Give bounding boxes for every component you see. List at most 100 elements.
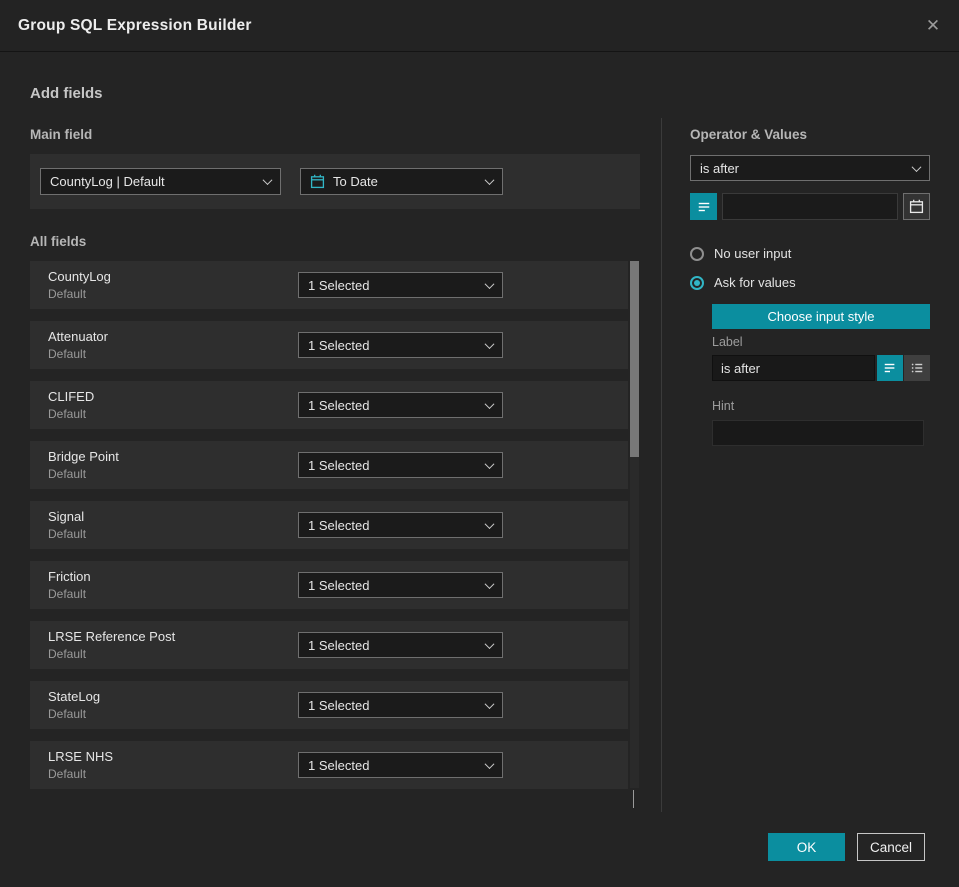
field-name: Attenuator (48, 329, 108, 344)
field-type: Default (48, 527, 87, 541)
field-row: CountyLog Default 1 Selected (30, 261, 628, 309)
field-name: CountyLog (48, 269, 111, 284)
field-selection-value: 1 Selected (308, 637, 370, 653)
main-field-select[interactable]: CountyLog | Default (40, 168, 281, 195)
field-type: Default (48, 767, 87, 781)
date-type-select-value: To Date (333, 174, 378, 189)
hint-caption: Hint (712, 399, 735, 413)
input-style-single-line-button[interactable] (877, 355, 903, 381)
chevron-down-icon (484, 758, 495, 769)
field-selection-select[interactable]: 1 Selected (298, 692, 503, 718)
field-row: CLIFED Default 1 Selected (30, 381, 628, 429)
field-selection-value: 1 Selected (308, 577, 370, 593)
radio-circle-selected-icon (690, 275, 704, 290)
date-type-select[interactable]: To Date (300, 168, 503, 195)
field-name: LRSE NHS (48, 749, 114, 764)
field-type: Default (48, 467, 87, 481)
field-selection-select[interactable]: 1 Selected (298, 392, 503, 418)
vertical-divider (661, 118, 662, 812)
field-selection-select[interactable]: 1 Selected (298, 632, 503, 658)
field-selection-value: 1 Selected (308, 277, 370, 293)
radio-no-user-input[interactable]: No user input (690, 246, 791, 261)
choose-input-style-button[interactable]: Choose input style (712, 304, 930, 329)
calendar-icon (310, 174, 325, 189)
all-fields-label: All fields (30, 234, 87, 249)
date-mode-toggle-button[interactable] (690, 193, 717, 220)
field-name: StateLog (48, 689, 101, 704)
field-type: Default (48, 347, 87, 361)
field-type: Default (48, 647, 87, 661)
align-left-icon (883, 361, 897, 375)
main-field-label: Main field (30, 127, 93, 142)
radio-ask-for-values-label: Ask for values (714, 275, 796, 290)
field-selection-value: 1 Selected (308, 397, 370, 413)
radio-circle-icon (690, 246, 704, 261)
label-input[interactable] (712, 355, 875, 381)
field-selection-value: 1 Selected (308, 337, 370, 353)
chevron-down-icon (484, 638, 495, 649)
date-value-input[interactable] (722, 193, 898, 220)
field-type: Default (48, 587, 87, 601)
lines-icon (697, 200, 711, 214)
field-selection-value: 1 Selected (308, 517, 370, 533)
operator-values-heading: Operator & Values (690, 127, 808, 142)
field-selection-select[interactable]: 1 Selected (298, 452, 503, 478)
input-style-list-button[interactable] (904, 355, 930, 381)
chevron-down-icon (484, 338, 495, 349)
cancel-button[interactable]: Cancel (857, 833, 925, 861)
add-fields-heading: Add fields (30, 85, 103, 102)
hint-input[interactable] (712, 420, 924, 446)
field-selection-value: 1 Selected (308, 457, 370, 473)
field-selection-value: 1 Selected (308, 757, 370, 773)
close-icon: ✕ (925, 16, 941, 35)
field-name: LRSE Reference Post (48, 629, 176, 644)
field-row: Bridge Point Default 1 Selected (30, 441, 628, 489)
field-selection-select[interactable]: 1 Selected (298, 512, 503, 538)
chevron-down-icon (262, 175, 273, 186)
field-selection-value: 1 Selected (308, 697, 370, 713)
chevron-down-icon (484, 458, 495, 469)
chevron-down-icon (484, 278, 495, 289)
field-type: Default (48, 707, 87, 721)
dialog-title: Group SQL Expression Builder (18, 17, 252, 34)
field-row: Attenuator Default 1 Selected (30, 321, 628, 369)
chevron-down-icon (484, 175, 495, 186)
all-fields-list: CountyLog Default 1 Selected Attenuator … (30, 261, 628, 789)
operator-select-value: is after (700, 160, 740, 176)
field-selection-select[interactable]: 1 Selected (298, 752, 503, 778)
radio-no-user-input-label: No user input (714, 246, 792, 261)
chevron-down-icon (484, 398, 495, 409)
fields-scrollbar-track[interactable] (630, 261, 639, 788)
chevron-down-icon (484, 518, 495, 529)
fields-scrollbar-thumb[interactable] (630, 261, 639, 457)
main-field-select-value: CountyLog | Default (50, 174, 165, 189)
date-picker-button[interactable] (903, 193, 930, 220)
field-name: Bridge Point (48, 449, 119, 464)
field-type: Default (48, 407, 87, 421)
chevron-down-icon (911, 161, 922, 172)
field-row: Friction Default 1 Selected (30, 561, 628, 609)
field-row: Signal Default 1 Selected (30, 501, 628, 549)
chevron-down-icon (484, 578, 495, 589)
field-selection-select[interactable]: 1 Selected (298, 272, 503, 298)
operator-select[interactable]: is after (690, 155, 930, 181)
close-button[interactable]: ✕ (920, 13, 946, 39)
main-field-panel: CountyLog | Default To Date (30, 154, 640, 209)
group-sql-expression-builder-dialog: Group SQL Expression Builder ✕ Add field… (0, 0, 959, 887)
radio-ask-for-values[interactable]: Ask for values (690, 275, 796, 290)
field-selection-select[interactable]: 1 Selected (298, 332, 503, 358)
field-name: Friction (48, 569, 91, 584)
calendar-icon (909, 199, 924, 214)
field-name: Signal (48, 509, 85, 524)
chevron-down-icon (484, 698, 495, 709)
scrollbar-down-arrow[interactable] (633, 790, 634, 808)
field-row: LRSE NHS Default 1 Selected (30, 741, 628, 789)
chevron-down-icon (633, 790, 634, 808)
field-row: StateLog Default 1 Selected (30, 681, 628, 729)
field-row: LRSE Reference Post Default 1 Selected (30, 621, 628, 669)
label-caption: Label (712, 335, 743, 349)
field-type: Default (48, 287, 87, 301)
ok-button[interactable]: OK (768, 833, 845, 861)
field-name: CLIFED (48, 389, 95, 404)
field-selection-select[interactable]: 1 Selected (298, 572, 503, 598)
